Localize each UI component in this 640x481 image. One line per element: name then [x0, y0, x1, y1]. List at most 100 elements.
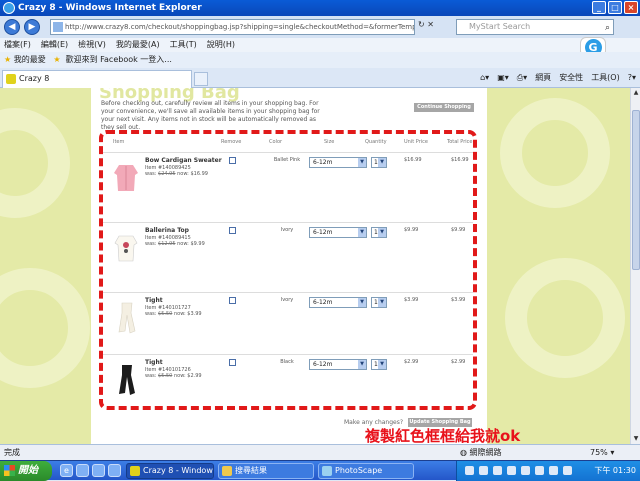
menu-favorites[interactable]: 我的最愛(A) [116, 38, 160, 52]
add-favorite-icon[interactable]: ★ [53, 55, 60, 64]
quicklaunch-app-icon[interactable] [108, 464, 121, 477]
menu-tools[interactable]: 工具(T) [170, 38, 197, 52]
col-total-price: Total Price [447, 139, 473, 145]
tab-title: Crazy 8 [19, 74, 50, 83]
clock[interactable]: 下午 01:30 [594, 461, 636, 481]
remove-checkbox[interactable] [229, 227, 236, 234]
scroll-down-arrow-icon[interactable]: ▼ [631, 434, 640, 444]
tray-icon[interactable] [479, 466, 488, 475]
quicklaunch-ie-icon[interactable]: e [60, 464, 73, 477]
product-image-black-tight[interactable] [113, 363, 139, 397]
continue-shopping-button[interactable]: Continue Shopping [414, 103, 474, 112]
minimize-button[interactable]: _ [592, 1, 606, 14]
maximize-button[interactable]: □ [608, 1, 622, 14]
size-select[interactable]: 6-12m ▼ [309, 359, 367, 370]
chevron-down-icon: ▼ [378, 360, 386, 369]
favorites-link-facebook[interactable]: 歡迎來到 Facebook 一登入... [66, 55, 172, 64]
crazy8-favicon [6, 74, 16, 84]
tray-icon[interactable] [549, 466, 558, 475]
quantity-select[interactable]: 1 ▼ [371, 297, 387, 308]
tray-icon[interactable] [493, 466, 502, 475]
safety-menu[interactable]: 安全性 [559, 70, 583, 86]
tray-icon[interactable] [465, 466, 474, 475]
chevron-down-icon: ▼ [378, 228, 386, 237]
bg-decoration [0, 108, 70, 218]
unit-price: $3.99 [404, 297, 419, 303]
menu-help[interactable]: 說明(H) [207, 38, 235, 52]
favorites-button[interactable]: 我的最愛 [14, 55, 46, 64]
taskbar-item-crazy8[interactable]: Crazy 8 - Windows I... [126, 463, 214, 479]
address-bar[interactable]: http://www.crazy8.com/checkout/shoppingb… [50, 19, 415, 35]
tray-icon[interactable] [521, 466, 530, 475]
chevron-down-icon: ▼ [358, 298, 366, 307]
volume-icon[interactable] [563, 466, 572, 475]
home-icon[interactable]: ⌂▾ [480, 70, 489, 86]
scroll-up-arrow-icon[interactable]: ▲ [631, 88, 640, 98]
product-image-cardigan[interactable] [113, 161, 139, 195]
page-viewport: Shopping Bag Before checking out, carefu… [0, 88, 630, 444]
new-tab-button[interactable] [194, 72, 208, 86]
total-price: $3.99 [451, 297, 466, 303]
scrollbar-thumb[interactable] [632, 110, 640, 270]
tray-icon[interactable] [535, 466, 544, 475]
status-text: 完成 [4, 448, 20, 457]
menu-file[interactable]: 檔案(F) [4, 38, 31, 52]
tray-icon[interactable] [507, 466, 516, 475]
product-name[interactable]: Bow Cardigan Sweater [145, 157, 222, 164]
globe-icon: ◍ [460, 448, 467, 457]
security-zone: ◍ 網際網路 [460, 448, 502, 457]
help-icon[interactable]: ?▾ [628, 70, 636, 86]
print-icon[interactable]: ⎙▾ [517, 70, 527, 86]
menu-view[interactable]: 檢視(V) [78, 38, 106, 52]
product-image-ballerina-top[interactable] [113, 231, 139, 265]
menu-edit[interactable]: 編輯(E) [41, 38, 68, 52]
quicklaunch-desktop-icon[interactable] [76, 464, 89, 477]
chevron-down-icon: ▼ [378, 298, 386, 307]
size-select[interactable]: 6-12m ▼ [309, 157, 367, 168]
page-menu[interactable]: 網頁 [535, 70, 551, 86]
size-select[interactable]: 6-12m ▼ [309, 227, 367, 238]
taskbar-item-search-results[interactable]: 搜尋結果 [218, 463, 314, 479]
product-price: was: $5.50 now: $2.99 [145, 373, 202, 379]
col-color: Color [269, 139, 283, 145]
remove-checkbox[interactable] [229, 359, 236, 366]
forward-button[interactable]: ▶ [24, 19, 40, 35]
search-input[interactable]: MyStart Search ⌕ [456, 19, 614, 35]
chevron-down-icon: ▼ [378, 158, 386, 167]
quantity-select[interactable]: 1 ▼ [371, 359, 387, 370]
title-bar: Crazy 8 - Windows Internet Explorer _ □ … [0, 0, 640, 16]
tools-menu[interactable]: 工具(O) [591, 70, 620, 86]
product-price: was: $5.50 now: $3.99 [145, 311, 202, 317]
total-price: $9.99 [451, 227, 466, 233]
quantity-select[interactable]: 1 ▼ [371, 227, 387, 238]
cart-row: Ballerina Top Item #140089415 was: $12.9… [103, 222, 473, 284]
remove-checkbox[interactable] [229, 297, 236, 304]
intro-text: Before checking out, carefully review al… [101, 100, 320, 131]
bg-decoration [500, 98, 610, 208]
col-item: Item [113, 139, 125, 145]
product-image-ivory-tight[interactable] [113, 301, 139, 335]
tab-crazy8[interactable]: Crazy 8 [2, 70, 192, 88]
size-select[interactable]: 6-12m ▼ [309, 297, 367, 308]
quantity-select[interactable]: 1 ▼ [371, 157, 387, 168]
chevron-down-icon: ▼ [358, 158, 366, 167]
annotation-text: 複製紅色框框給我就ok [365, 427, 521, 445]
quicklaunch-media-icon[interactable] [92, 464, 105, 477]
favorites-star-icon: ★ [4, 55, 12, 64]
product-name[interactable]: Ballerina Top [145, 227, 189, 234]
feeds-icon[interactable]: ▣▾ [497, 70, 509, 86]
start-button[interactable]: 開始 [0, 461, 52, 481]
taskbar-item-photoscape[interactable]: PhotoScape [318, 463, 414, 479]
cart-selection-frame: Item Remove Color Size Quantity Unit Pri… [99, 130, 477, 410]
remove-checkbox[interactable] [229, 157, 236, 164]
back-button[interactable]: ◀ [4, 19, 20, 35]
refresh-stop-icons[interactable]: ↻ ✕ [418, 20, 434, 29]
product-name[interactable]: Tight [145, 297, 163, 304]
total-price: $2.99 [451, 359, 466, 365]
bg-decoration [0, 268, 90, 388]
vertical-scrollbar[interactable]: ▲ ▼ [630, 88, 640, 444]
zoom-level[interactable]: 75% ▾ [590, 445, 614, 461]
search-icon[interactable]: ⌕ [605, 21, 610, 35]
product-name[interactable]: Tight [145, 359, 163, 366]
close-button[interactable]: × [624, 1, 638, 14]
